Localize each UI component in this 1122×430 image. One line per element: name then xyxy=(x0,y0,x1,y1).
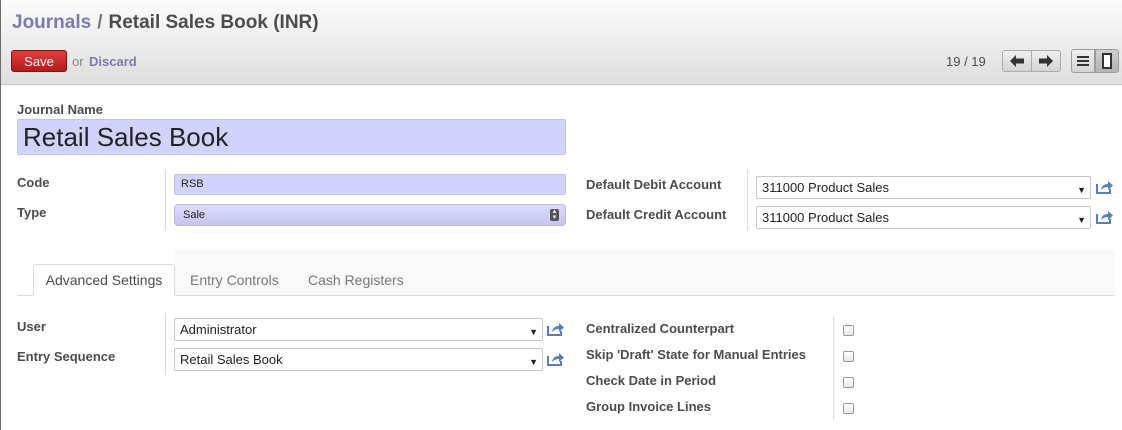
code-label: Code xyxy=(17,175,50,190)
type-select[interactable]: Sale ▴ ▾ xyxy=(174,204,566,226)
tab-entry-controls[interactable]: Entry Controls xyxy=(190,264,279,296)
centralized-counterpart-label: Centralized Counterpart xyxy=(586,321,735,336)
user-label: User xyxy=(17,319,46,334)
check-date-checkbox[interactable] xyxy=(843,377,854,388)
pager-value[interactable]: 19 / 19 xyxy=(946,54,986,69)
journal-name-input[interactable]: Retail Sales Book xyxy=(17,119,566,155)
breadcrumb-current: Retail Sales Book (INR) xyxy=(108,12,319,33)
dropdown-caret-icon: ▼ xyxy=(529,357,538,367)
control-panel: Journals / Retail Sales Book (INR) Save or… xyxy=(1,0,1122,85)
code-input[interactable]: RSB xyxy=(174,174,566,195)
tab-advanced-settings[interactable]: Advanced Settings xyxy=(33,264,175,296)
left-group-divider xyxy=(165,170,166,230)
or-text: or xyxy=(72,54,84,69)
skip-draft-label: Skip 'Draft' State for Manual Entries xyxy=(586,347,807,362)
discard-button[interactable]: Discard xyxy=(89,54,137,69)
breadcrumb: Journals / Retail Sales Book (INR) xyxy=(12,12,319,34)
arrow-left-icon xyxy=(1010,55,1024,67)
tab-cash-registers[interactable]: Cash Registers xyxy=(308,264,404,296)
arrow-right-icon xyxy=(1039,55,1053,67)
external-link-icon[interactable] xyxy=(547,322,564,336)
list-view-button[interactable] xyxy=(1071,49,1095,73)
user-select[interactable]: Administrator ▼ xyxy=(174,318,543,341)
skip-draft-checkbox[interactable] xyxy=(843,351,854,362)
credit-account-value: 311000 Product Sales xyxy=(762,210,889,225)
entry-sequence-label: Entry Sequence xyxy=(17,349,116,364)
form-view-icon xyxy=(1102,53,1112,69)
advanced-right-divider xyxy=(833,316,834,420)
pager-previous-button[interactable] xyxy=(1002,50,1032,72)
type-label: Type xyxy=(17,205,47,220)
group-invoice-lines-label: Group Invoice Lines xyxy=(586,399,711,414)
external-link-icon[interactable] xyxy=(547,352,564,366)
dropdown-caret-icon: ▼ xyxy=(1077,215,1086,225)
select-arrows-icon: ▴ ▾ xyxy=(550,208,559,221)
type-select-value: Sale xyxy=(183,209,206,221)
right-group-divider xyxy=(747,170,748,230)
advanced-left-divider xyxy=(165,313,166,375)
debit-account-label: Default Debit Account xyxy=(586,177,722,192)
debit-account-value: 311000 Product Sales xyxy=(762,180,889,195)
entry-sequence-select[interactable]: Retail Sales Book ▼ xyxy=(174,348,543,371)
centralized-counterpart-checkbox[interactable] xyxy=(843,325,854,336)
entry-sequence-value: Retail Sales Book xyxy=(180,352,283,367)
breadcrumb-separator: / xyxy=(97,12,103,33)
list-view-icon xyxy=(1077,56,1089,66)
tab-bar-border xyxy=(17,295,1115,296)
dropdown-caret-icon: ▼ xyxy=(1077,185,1086,195)
journal-name-label: Journal Name xyxy=(17,102,103,117)
save-button[interactable]: Save xyxy=(11,50,67,72)
dropdown-caret-icon: ▼ xyxy=(529,327,538,337)
user-select-value: Administrator xyxy=(180,322,257,337)
external-link-icon[interactable] xyxy=(1096,180,1113,194)
check-date-label: Check Date in Period xyxy=(586,373,717,388)
credit-account-label: Default Credit Account xyxy=(586,207,727,222)
debit-account-select[interactable]: 311000 Product Sales ▼ xyxy=(756,176,1091,199)
external-link-icon[interactable] xyxy=(1096,210,1113,224)
pager-next-button[interactable] xyxy=(1031,50,1061,72)
group-invoice-lines-checkbox[interactable] xyxy=(843,403,854,414)
credit-account-select[interactable]: 311000 Product Sales ▼ xyxy=(756,206,1091,229)
breadcrumb-journals-link[interactable]: Journals xyxy=(12,12,91,33)
form-view-button[interactable] xyxy=(1095,49,1119,73)
